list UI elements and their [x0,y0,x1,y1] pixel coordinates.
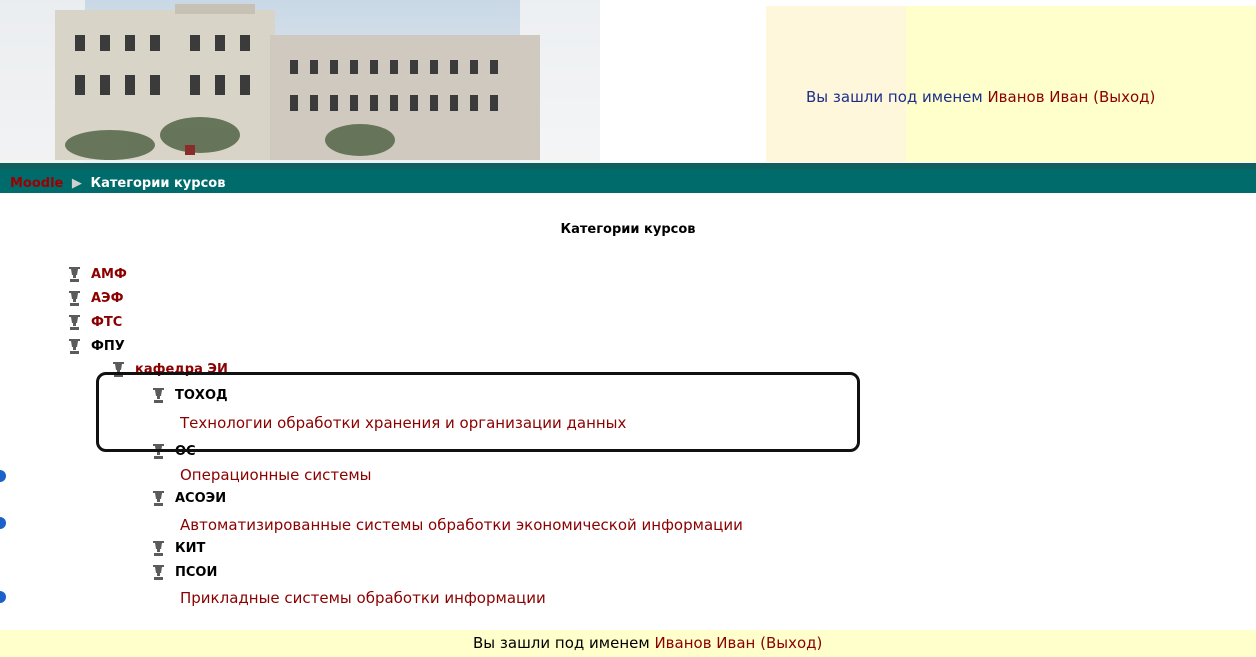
page-footer: Вы зашли под именем Иванов Иван (Выход) [0,630,1256,657]
page-title: Категории курсов [560,222,696,237]
category-link[interactable]: АСОЭИ [175,491,226,506]
category-icon [68,314,81,331]
footer-login-prefix: Вы зашли под именем [473,634,650,652]
category-link[interactable]: ФПУ [91,339,125,354]
course-link-asoei[interactable]: Автоматизированные системы обработки эко… [180,516,743,534]
blue-dot-icon [0,470,6,482]
category-item-fpu[interactable]: ФПУ [68,338,125,355]
category-link[interactable]: АЭФ [91,291,124,306]
breadcrumb-home-link[interactable]: Moodle [10,176,63,191]
footer-login-info: Вы зашли под именем Иванов Иван (Выход) [473,634,822,652]
course-link-os[interactable]: Операционные системы [180,466,372,484]
footer-logout-link[interactable]: (Выход) [760,634,822,652]
course-link-psoi[interactable]: Прикладные системы обработки информации [180,589,546,607]
blue-dot-icon [0,517,6,529]
category-icon [152,564,165,581]
page-header: Вы зашли под именем Иванов Иван (Выход) [0,0,1256,163]
category-item-aef[interactable]: АЭФ [68,290,124,307]
category-item-psoi[interactable]: ПСОИ [152,564,217,581]
category-icon [68,266,81,283]
footer-user-name-link[interactable]: Иванов Иван [654,634,755,652]
category-link[interactable]: ПСОИ [175,565,217,580]
university-banner [0,0,600,163]
category-link[interactable]: АМФ [91,267,127,282]
category-item-fts[interactable]: ФТС [68,314,122,331]
login-info: Вы зашли под именем Иванов Иван (Выход) [806,88,1155,106]
breadcrumb: Moodle ▶ Категории курсов [10,176,225,191]
category-link[interactable]: ФТС [91,315,122,330]
login-panel: Вы зашли под именем Иванов Иван (Выход) [766,6,1256,162]
login-panel-highlight [906,6,1256,162]
building-image [0,0,600,163]
category-icon [68,290,81,307]
logout-link[interactable]: (Выход) [1093,88,1155,106]
blue-dot-icon [0,591,6,603]
category-item-asoei[interactable]: АСОЭИ [152,490,226,507]
category-icon [68,338,81,355]
login-prefix: Вы зашли под именем [806,88,983,106]
category-item-amf[interactable]: АМФ [68,266,127,283]
category-icon [152,540,165,557]
annotation-highlight-box [96,372,860,452]
category-item-kit[interactable]: КИТ [152,540,205,557]
breadcrumb-current: Категории курсов [90,176,226,191]
breadcrumb-separator-icon: ▶ [71,176,82,191]
category-link[interactable]: КИТ [175,541,205,556]
navigation-bar: Moodle ▶ Категории курсов [0,163,1256,193]
user-name-link[interactable]: Иванов Иван [987,88,1088,106]
category-icon [152,490,165,507]
